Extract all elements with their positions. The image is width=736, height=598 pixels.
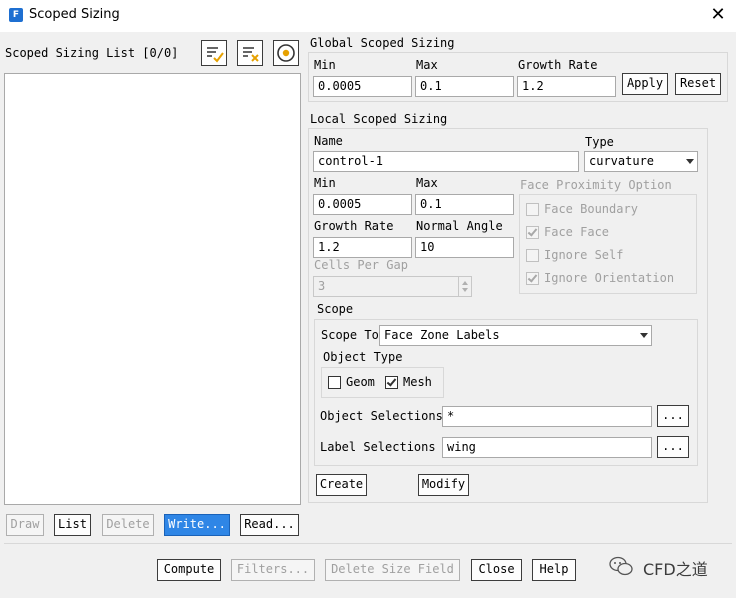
delete-size-field-button[interactable]: Delete Size Field xyxy=(325,559,460,581)
global-growth-label: Growth Rate xyxy=(518,58,598,72)
help-button[interactable]: Help xyxy=(532,559,576,581)
global-growth-input[interactable]: 1.2 xyxy=(517,76,616,97)
check-icon xyxy=(386,376,397,387)
deselect-all-icon xyxy=(243,47,259,62)
write-button[interactable]: Write... xyxy=(164,514,230,536)
proximity-header: Face Proximity Option xyxy=(520,178,672,192)
filters-button[interactable]: Filters... xyxy=(231,559,315,581)
cells-per-gap-spinner[interactable] xyxy=(458,277,471,296)
face-boundary-label: Face Boundary xyxy=(544,202,638,216)
face-face-checkbox[interactable] xyxy=(526,226,539,239)
select-all-icon xyxy=(207,47,224,63)
label-selections-label: Label Selections xyxy=(320,440,436,454)
compute-button[interactable]: Compute xyxy=(157,559,221,581)
chevron-down-icon xyxy=(640,333,648,338)
global-min-label: Min xyxy=(314,58,336,72)
face-face-label: Face Face xyxy=(544,225,610,239)
face-boundary-checkbox[interactable] xyxy=(526,203,539,216)
scope-to-select[interactable]: Face Zone Labels xyxy=(379,325,652,346)
object-type-label: Object Type xyxy=(323,350,403,364)
window-title: Scoped Sizing xyxy=(29,7,120,22)
local-name-label: Name xyxy=(314,134,343,148)
geom-checkbox[interactable] xyxy=(328,376,341,389)
watermark-text: CFD之道 xyxy=(643,560,708,579)
scoped-sizing-list[interactable] xyxy=(4,73,301,505)
spin-down-icon xyxy=(462,288,468,292)
list-button[interactable]: List xyxy=(54,514,91,536)
local-min-label: Min xyxy=(314,176,336,190)
local-max-label: Max xyxy=(416,176,438,190)
ignore-orientation-checkbox[interactable] xyxy=(526,272,539,285)
delete-button[interactable]: Delete xyxy=(102,514,154,536)
target-button[interactable] xyxy=(273,40,299,66)
local-max-input[interactable]: 0.1 xyxy=(415,194,514,215)
ignore-self-label: Ignore Self xyxy=(544,248,624,262)
cells-per-gap-value: 3 xyxy=(318,279,326,293)
wechat-icon xyxy=(608,555,634,577)
spin-up-icon xyxy=(462,281,468,285)
draw-button[interactable]: Draw xyxy=(6,514,44,536)
scope-to-label: Scope To xyxy=(321,328,379,342)
scoped-sizing-list-title: Scoped Sizing List [0/0] xyxy=(5,46,179,60)
local-min-input[interactable]: 0.0005 xyxy=(313,194,412,215)
create-button[interactable]: Create xyxy=(316,474,367,496)
ignore-orientation-label: Ignore Orientation xyxy=(544,271,675,285)
close-icon[interactable]: ✕ xyxy=(708,5,728,25)
scope-to-value: Face Zone Labels xyxy=(384,328,500,342)
geom-label: Geom xyxy=(346,375,375,389)
ignore-self-checkbox[interactable] xyxy=(526,249,539,262)
local-type-value: curvature xyxy=(589,154,655,168)
read-button[interactable]: Read... xyxy=(240,514,299,536)
check-icon xyxy=(527,272,538,283)
close-button[interactable]: Close xyxy=(471,559,522,581)
reset-button[interactable]: Reset xyxy=(675,73,721,95)
scope-header: Scope xyxy=(317,302,354,316)
fluent-app-icon: F xyxy=(9,8,23,22)
global-max-input[interactable]: 0.1 xyxy=(415,76,514,97)
object-selections-label: Object Selections xyxy=(320,409,443,423)
label-selections-browse-button[interactable]: ... xyxy=(657,436,689,458)
object-selections-input[interactable]: * xyxy=(442,406,652,427)
footer-divider xyxy=(4,543,732,544)
global-header: Global Scoped Sizing xyxy=(310,36,455,50)
deselect-all-button[interactable] xyxy=(237,40,263,66)
global-min-input[interactable]: 0.0005 xyxy=(313,76,412,97)
mesh-label: Mesh xyxy=(403,375,432,389)
local-header: Local Scoped Sizing xyxy=(310,112,448,126)
local-growth-label: Growth Rate xyxy=(314,219,394,233)
local-name-input[interactable]: control-1 xyxy=(313,151,579,172)
object-selections-browse-button[interactable]: ... xyxy=(657,405,689,427)
apply-button[interactable]: Apply xyxy=(622,73,668,95)
local-type-select[interactable]: curvature xyxy=(584,151,698,172)
normal-angle-label: Normal Angle xyxy=(416,219,503,233)
local-type-label: Type xyxy=(585,135,614,149)
cells-per-gap-input[interactable]: 3 xyxy=(313,276,472,297)
global-max-label: Max xyxy=(416,58,438,72)
cells-per-gap-label: Cells Per Gap xyxy=(314,258,408,272)
modify-button[interactable]: Modify xyxy=(418,474,469,496)
chevron-down-icon xyxy=(686,159,694,164)
target-icon xyxy=(277,44,295,62)
check-icon xyxy=(527,226,538,237)
normal-angle-input[interactable]: 10 xyxy=(415,237,514,258)
local-growth-input[interactable]: 1.2 xyxy=(313,237,412,258)
mesh-checkbox[interactable] xyxy=(385,376,398,389)
label-selections-input[interactable]: wing xyxy=(442,437,652,458)
select-all-button[interactable] xyxy=(201,40,227,66)
